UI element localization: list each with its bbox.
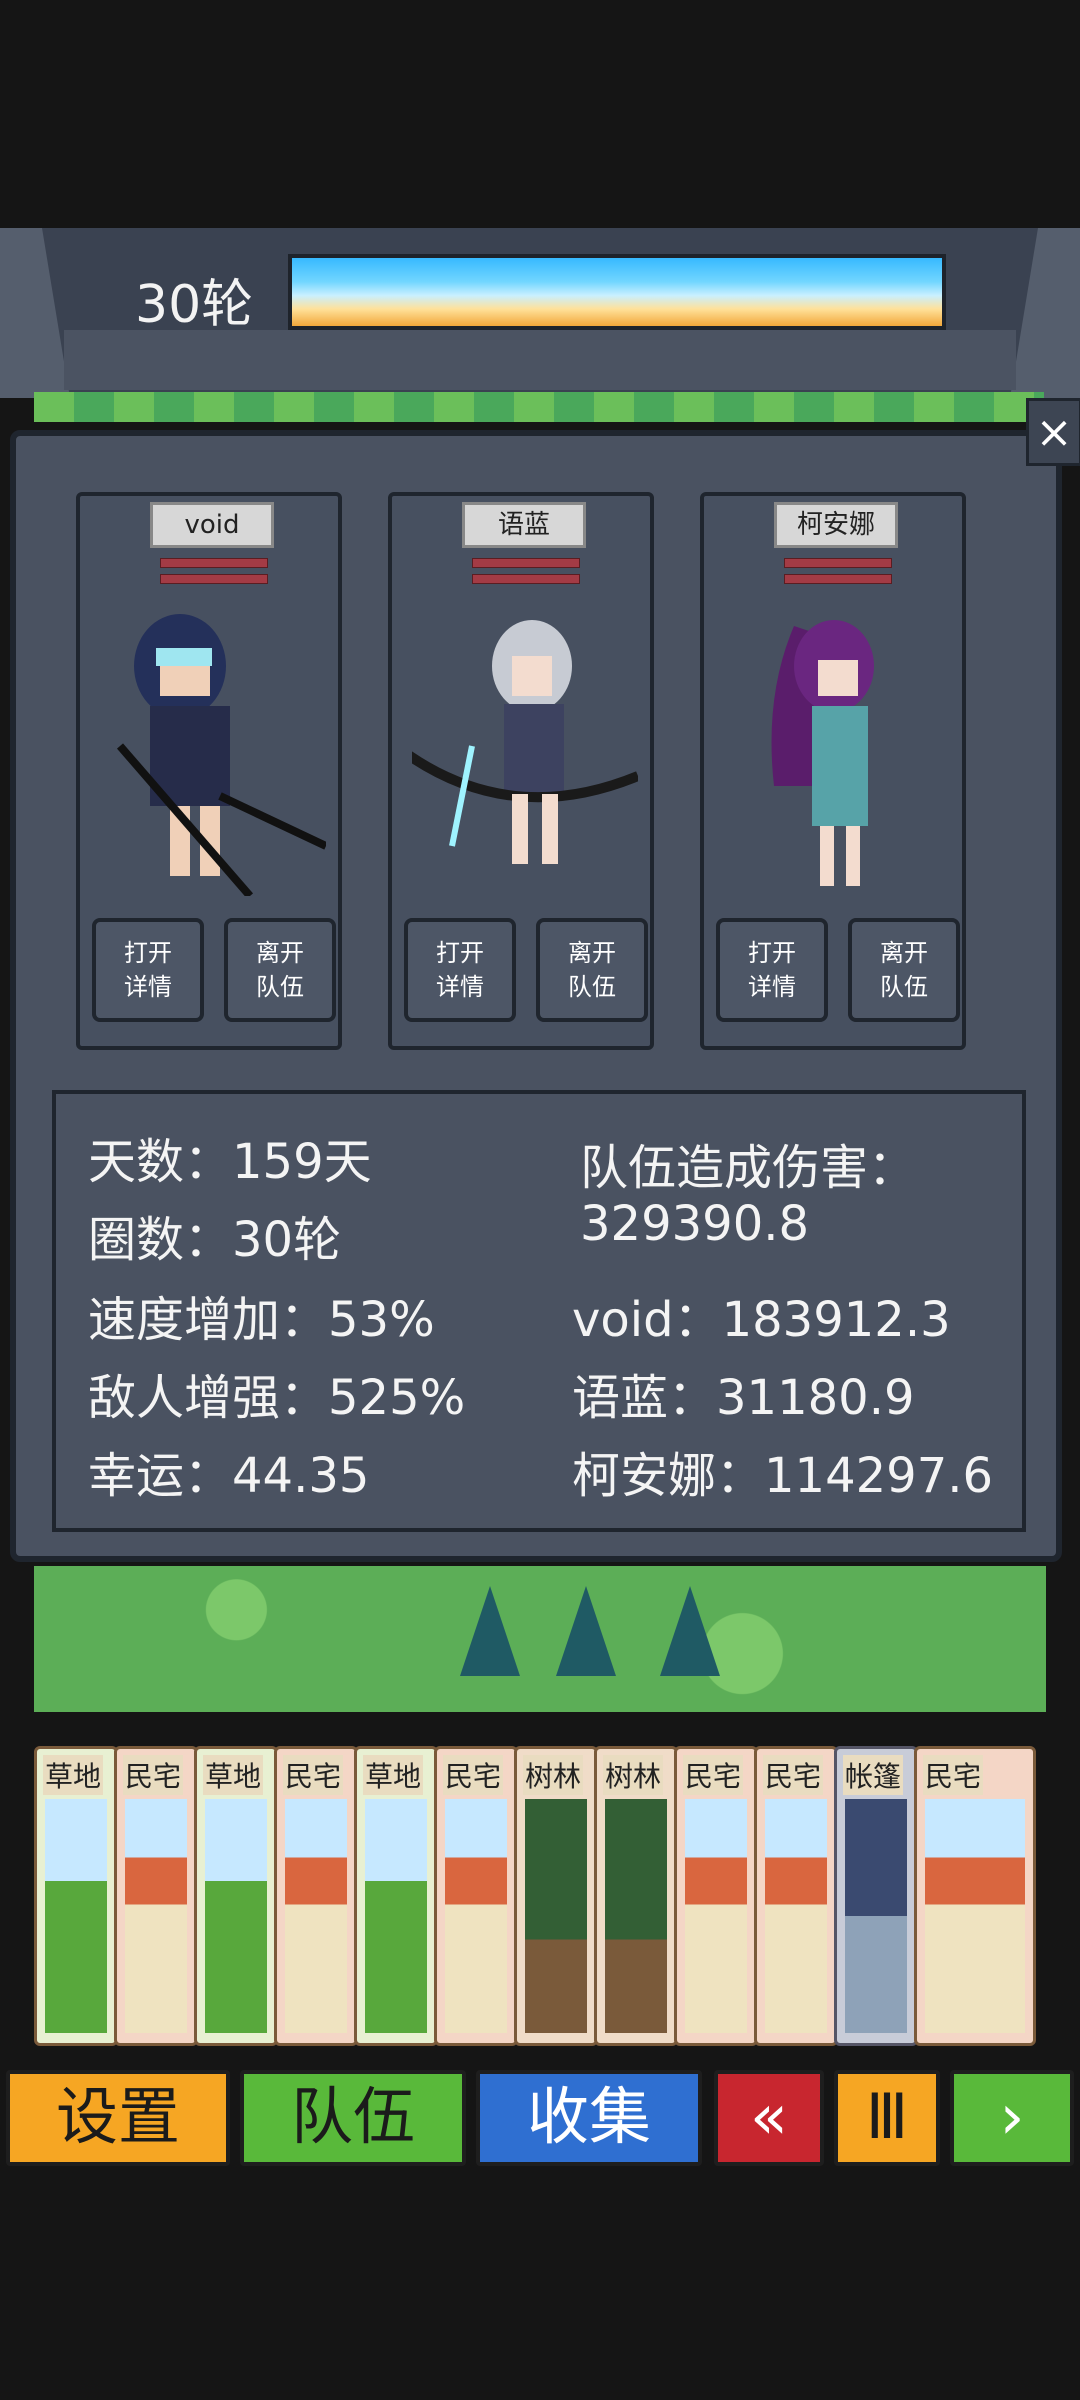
card-forest[interactable]: 树林	[594, 1746, 678, 2046]
card-house[interactable]: 民宅	[674, 1746, 758, 2046]
member-card-keanna: 柯安娜 打开 详情 离开 队伍	[700, 492, 966, 1050]
banner-base	[64, 330, 1016, 390]
open-details-button-yulan[interactable]: 打开 详情	[404, 918, 516, 1022]
leave-team-button-void[interactable]: 离开 队伍	[224, 918, 336, 1022]
round-label: 30轮	[135, 275, 254, 335]
character-sprite-yulan	[412, 620, 638, 864]
member-card-yulan: 语蓝 打开 详情 离开 队伍	[388, 492, 654, 1050]
hp-bars	[784, 558, 892, 584]
member-name: 柯安娜	[774, 502, 898, 548]
house-icon	[285, 1799, 347, 2033]
close-icon: ×	[1035, 407, 1073, 458]
character-sprite-keanna	[771, 620, 874, 886]
play-icon: ›	[999, 2080, 1025, 2153]
enemy-stat: 敌人增强：525%	[88, 1370, 466, 1426]
card-meadow[interactable]: 草地	[354, 1746, 438, 2046]
team-damage-value: 329390.8	[580, 1196, 810, 1252]
team-button[interactable]: 队伍	[240, 2070, 466, 2166]
house-icon	[925, 1799, 1025, 2033]
hp-bars	[472, 558, 580, 584]
house-icon	[445, 1799, 507, 2033]
rewind-icon: «	[750, 2080, 788, 2153]
yulan-damage: 语蓝：31180.9	[572, 1370, 915, 1426]
house-icon	[685, 1799, 747, 2033]
tree-icon	[556, 1586, 616, 1676]
house-icon	[765, 1799, 827, 2033]
member-name: 语蓝	[462, 502, 586, 548]
meadow-icon	[365, 1799, 427, 2033]
member-card-void: void 打开 详情 离开 队伍	[76, 492, 342, 1050]
card-house[interactable]: 民宅	[434, 1746, 518, 2046]
day-progress-sky-bar	[288, 254, 946, 330]
pause-icon: Ⅲ	[865, 2080, 909, 2153]
card-house[interactable]: 民宅	[274, 1746, 358, 2046]
tree-icon	[660, 1586, 720, 1676]
laps-stat: 圈数：30轮	[88, 1212, 342, 1268]
tree-icon	[460, 1586, 520, 1676]
forest-icon	[605, 1799, 667, 2033]
house-icon	[125, 1799, 187, 2033]
close-button[interactable]: ×	[1026, 398, 1080, 466]
void-damage: void：183912.3	[572, 1292, 951, 1348]
team-damage-label: 队伍造成伤害：	[580, 1140, 917, 1196]
collect-button[interactable]: 收集	[476, 2070, 702, 2166]
card-strip: 草地 民宅 草地 民宅 草地 民宅 树林 树林 民宅 民宅 帐篷 民宅	[34, 1746, 1060, 2046]
rewind-button[interactable]: «	[714, 2070, 824, 2166]
leave-team-button-keanna[interactable]: 离开 队伍	[848, 918, 960, 1022]
hp-bars	[160, 558, 268, 584]
play-button[interactable]: ›	[950, 2070, 1074, 2166]
card-house[interactable]: 民宅	[114, 1746, 198, 2046]
card-tent[interactable]: 帐篷	[834, 1746, 918, 2046]
meadow-icon	[45, 1799, 107, 2033]
pause-button[interactable]: Ⅲ	[834, 2070, 940, 2166]
luck-stat: 幸运：44.35	[88, 1448, 370, 1504]
card-meadow[interactable]: 草地	[194, 1746, 278, 2046]
open-details-button-keanna[interactable]: 打开 详情	[716, 918, 828, 1022]
forest-icon	[525, 1799, 587, 2033]
meadow-icon	[205, 1799, 267, 2033]
card-forest[interactable]: 树林	[514, 1746, 598, 2046]
map-strip-top	[34, 392, 1044, 422]
speed-stat: 速度增加：53%	[88, 1292, 435, 1348]
card-meadow[interactable]: 草地	[34, 1746, 118, 2046]
card-house[interactable]: 民宅	[914, 1746, 1036, 2046]
settings-button[interactable]: 设置	[6, 2070, 230, 2166]
keanna-damage: 柯安娜：114297.6	[572, 1448, 994, 1504]
card-house[interactable]: 民宅	[754, 1746, 838, 2046]
banner-bevel-right	[1010, 228, 1080, 398]
tent-icon	[845, 1799, 907, 2033]
banner-bevel-left	[0, 228, 70, 398]
member-name: void	[150, 502, 274, 548]
character-sprite-void	[116, 614, 326, 896]
map-lower-area	[34, 1566, 1046, 1712]
open-details-button-void[interactable]: 打开 详情	[92, 918, 204, 1022]
days-stat: 天数：159天	[88, 1134, 372, 1190]
leave-team-button-yulan[interactable]: 离开 队伍	[536, 918, 648, 1022]
